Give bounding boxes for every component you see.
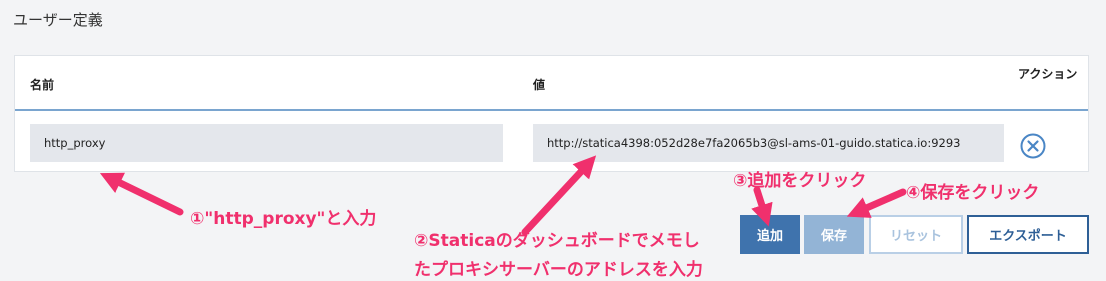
annotation-arrow-1 [99,172,184,216]
annotation-step-2-line-2: たプロキシサーバーのアドレスを入力 [414,260,703,280]
annotation-arrow-4 [846,188,907,218]
annotation-arrow-3 [751,186,773,227]
annotation-step-2-line-1: ②Staticaのダッシュボードでメモし [414,231,700,251]
annotation-step-4: ④保存をクリック [906,183,1040,203]
annotation-arrow-2 [521,155,597,236]
annotation-step-1: ①"http_proxy"と入力 [190,209,377,229]
annotation-step-3: ③追加をクリック [733,171,867,191]
user-defined-settings-panel: ユーザー定義 名前 値 アクション http_proxy http://stat… [0,0,1106,281]
